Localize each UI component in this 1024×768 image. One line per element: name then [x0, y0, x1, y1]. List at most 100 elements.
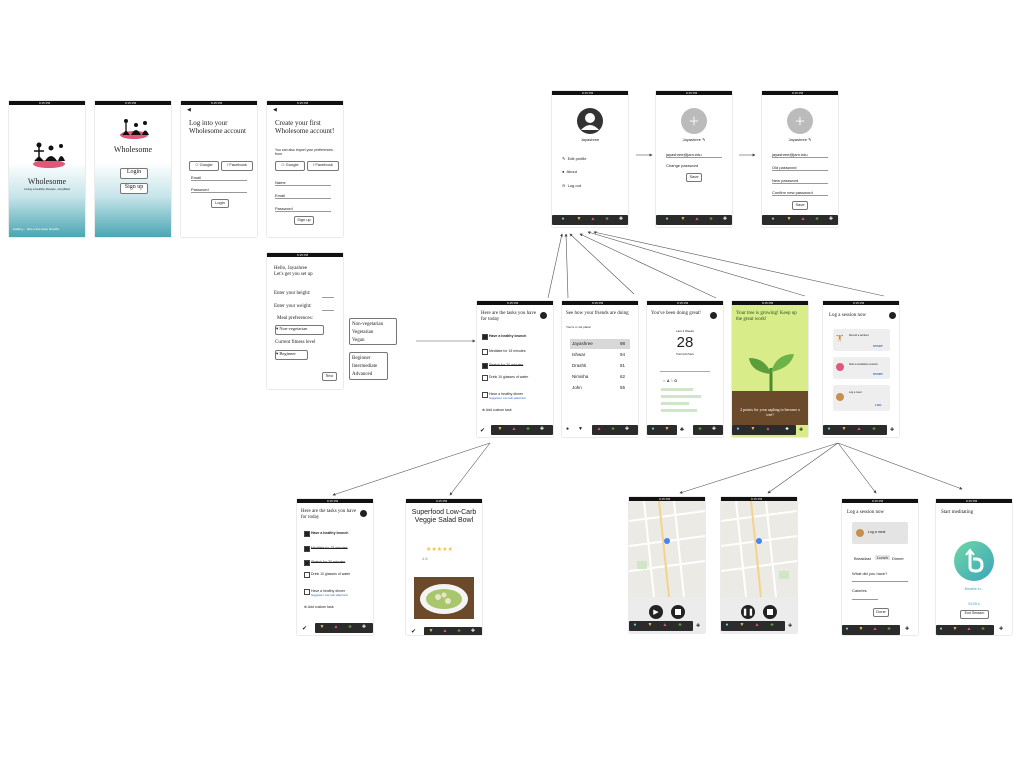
add-nav-icon[interactable]: ✚ [799, 427, 803, 433]
save-button[interactable]: Save [686, 173, 702, 182]
facebook-button[interactable]: f Facebook [307, 161, 339, 171]
profile-nav-icon[interactable]: ● [566, 427, 569, 432]
trophy-nav-icon[interactable]: ▼ [319, 625, 325, 631]
add-task-item[interactable]: ⊕ Add custom task [304, 605, 334, 609]
about-item[interactable]: ● About [562, 169, 577, 174]
workout-card[interactable]: 🏋 Record a workout START [833, 329, 890, 351]
password-field[interactable]: Password [191, 187, 247, 193]
tree-nav-icon[interactable]: ♣ [871, 427, 877, 433]
bottom-nav[interactable]: ● ▼ ▲ ♣ ✚ [762, 215, 838, 225]
trophy-nav-icon[interactable]: ▼ [750, 427, 756, 433]
bottom-nav[interactable]: ● ▼ ▲ ♣ [842, 625, 900, 635]
trophy-nav-icon[interactable]: ▼ [578, 427, 583, 432]
tree-nav-icon[interactable]: ♣ [697, 427, 703, 433]
play-icon[interactable]: ▶ [649, 605, 663, 619]
bottom-nav[interactable]: ● ▼ ▲ ♣ [732, 425, 796, 435]
account-icon[interactable] [360, 510, 367, 517]
task-checkbox[interactable] [482, 334, 488, 340]
stats-nav-icon[interactable]: ▲ [872, 627, 878, 633]
stop-icon[interactable] [763, 605, 777, 619]
stats-nav-icon[interactable]: ▲ [754, 623, 760, 629]
task-checkbox[interactable] [482, 392, 488, 398]
name-field[interactable]: Name [275, 180, 331, 186]
stats-nav-icon[interactable]: ♣ [680, 427, 684, 433]
meal-option[interactable]: Non-vegetarian [352, 321, 394, 329]
profile-nav-icon[interactable]: ● [844, 627, 850, 633]
end-session-button[interactable]: End Session [960, 610, 989, 619]
log-meal-button[interactable]: LOG [875, 403, 882, 407]
password-field[interactable]: Password [275, 206, 331, 212]
start-workout-button[interactable]: START [873, 344, 883, 348]
trophy-nav-icon[interactable]: ▼ [841, 427, 847, 433]
tree-nav-icon[interactable]: ♣ [769, 623, 775, 629]
bottom-nav[interactable]: ● ▼ [647, 425, 677, 435]
task-checkbox[interactable] [304, 560, 310, 566]
trophy-nav-icon[interactable]: ▼ [497, 427, 503, 433]
trophy-nav-icon[interactable]: ▼ [576, 217, 582, 223]
edit-profile-item[interactable]: ✎ Edit profile [562, 156, 587, 161]
email-field[interactable]: jayashree@jam.edu [772, 152, 828, 158]
height-input[interactable] [322, 297, 334, 298]
map-view[interactable] [629, 500, 705, 598]
profile-nav-icon[interactable]: ● [632, 623, 638, 629]
trophy-nav-icon[interactable]: ▼ [664, 427, 670, 433]
fitness-option[interactable]: Beginner [352, 355, 385, 363]
email-field[interactable]: jayashree@jam.edu [666, 152, 722, 158]
trophy-nav-icon[interactable]: ▼ [428, 629, 434, 635]
bottom-nav[interactable]: ● ▼ ▲ ♣ ✚ [552, 215, 628, 225]
tab-dinner[interactable]: Dinner [892, 556, 904, 561]
profile-nav-icon[interactable]: ● [560, 217, 566, 223]
facebook-button[interactable]: f Facebook [221, 161, 253, 171]
tree-nav-icon[interactable]: ♣ [980, 627, 986, 633]
profile-nav-icon[interactable]: ● [650, 427, 656, 433]
back-icon[interactable]: ◀ [273, 107, 277, 113]
add-photo-icon[interactable]: + [681, 108, 707, 134]
task-checkbox[interactable] [304, 572, 310, 578]
fitness-option[interactable]: Advanced [352, 371, 385, 379]
add-nav-icon[interactable]: ✚ [618, 217, 624, 223]
profile-nav-icon[interactable]: ● [664, 217, 670, 223]
bottom-nav[interactable]: ● ▼ ▲ ♣ [629, 621, 693, 631]
profile-nav-icon[interactable]: ● [735, 427, 741, 433]
log-meal-card[interactable]: Log a meal [852, 522, 908, 544]
pencil-icon[interactable]: ✎ [808, 137, 811, 142]
trophy-nav-icon[interactable]: ▼ [647, 623, 653, 629]
tree-nav-icon[interactable]: ♣ [677, 623, 683, 629]
new-password-field[interactable]: New password [772, 178, 828, 184]
add-nav-icon[interactable]: ✚ [624, 427, 630, 433]
tree-nav-icon[interactable]: ♣ [708, 217, 714, 223]
stats-nav-icon[interactable]: ▲ [856, 427, 862, 433]
trophy-nav-icon[interactable]: ▼ [739, 623, 745, 629]
email-field[interactable]: Email [191, 175, 247, 181]
checklist-nav-icon[interactable]: ✔ [480, 427, 485, 434]
add-nav-icon[interactable]: ✚ [828, 217, 834, 223]
meal-option[interactable]: Vegan [352, 337, 394, 345]
trophy-nav-icon[interactable]: ▼ [680, 217, 686, 223]
logout-item[interactable]: ⊖ Log out [562, 183, 581, 188]
task-checkbox[interactable] [304, 589, 310, 595]
add-nav-icon[interactable]: ✚ [470, 629, 476, 635]
profile-nav-icon[interactable]: ● [826, 427, 832, 433]
checklist-nav-icon[interactable]: ✔ [302, 625, 307, 632]
stats-nav-icon[interactable]: ▲ [662, 623, 668, 629]
done-button[interactable]: Done [873, 608, 889, 617]
bottom-nav[interactable]: ▼ ▲ ♣ ✚ [491, 425, 553, 435]
meal-card[interactable]: Log a meal LOG [833, 385, 890, 411]
add-nav-icon[interactable]: ✚ [711, 427, 717, 433]
bottom-nav[interactable]: ▼ ▲ ♣ ✚ [315, 623, 373, 633]
profile-nav-icon[interactable]: ● [938, 627, 944, 633]
add-nav-icon[interactable]: ✚ [696, 623, 700, 629]
bottom-nav[interactable]: ● ▼ ▲ ♣ [823, 425, 887, 435]
tree-nav-icon[interactable]: ♣ [610, 427, 616, 433]
save-button[interactable]: Save [792, 201, 808, 210]
old-password-field[interactable]: Old password [772, 165, 828, 171]
pencil-icon[interactable]: ✎ [702, 137, 705, 142]
stats-nav-icon[interactable]: ▲ [333, 625, 339, 631]
signup-submit-button[interactable]: Sign up [294, 216, 314, 225]
login-submit-button[interactable]: Login [211, 199, 229, 208]
change-password-link[interactable]: Change password [666, 163, 698, 168]
bottom-nav-right[interactable]: ♣ ✚ [693, 425, 723, 435]
stats-nav-icon[interactable]: ▲ [966, 627, 972, 633]
add-nav-icon[interactable]: ✚ [539, 427, 545, 433]
task-checkbox[interactable] [304, 531, 310, 537]
